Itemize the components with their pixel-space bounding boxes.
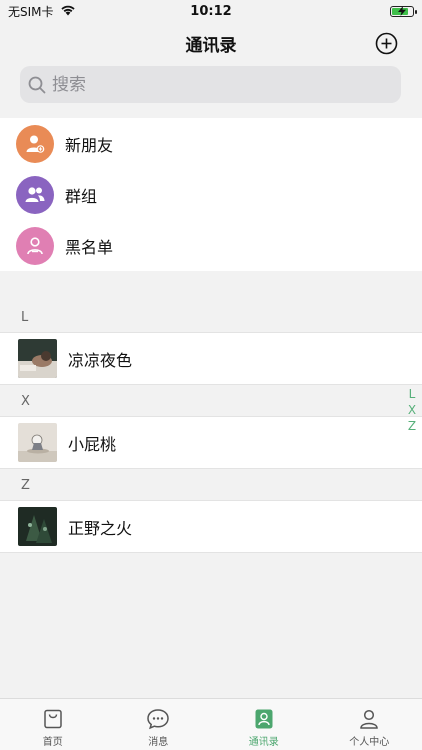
nav-bar: 通讯录 (0, 22, 422, 64)
tab-profile[interactable]: 个人中心 (317, 699, 422, 750)
blacklist-label: 黑名单 (65, 237, 114, 257)
status-bar: 无SIM卡 10:12 (0, 0, 422, 22)
contact-row[interactable]: 凉凉夜色 (0, 332, 422, 385)
charging-bolt-icon (398, 6, 406, 16)
tab-label: 通讯录 (248, 737, 279, 748)
search-input[interactable] (52, 74, 352, 95)
search-bar (20, 66, 401, 103)
contacts-book-icon (255, 709, 273, 729)
tab-home[interactable]: 首页 (0, 699, 106, 750)
tab-label: 首页 (42, 737, 63, 748)
contact-row[interactable]: 小屁桃 (0, 416, 422, 469)
person-icon (360, 709, 379, 729)
feature-list: 新朋友 群组 黑名单 (0, 118, 422, 271)
contact-name: 凉凉夜色 (68, 350, 133, 370)
add-contact-button[interactable] (375, 32, 398, 55)
tab-messages[interactable]: 消息 (106, 699, 212, 750)
page-title: 通讯录 (185, 35, 237, 56)
tab-label: 个人中心 (349, 737, 390, 748)
avatar (18, 423, 57, 462)
search-box[interactable] (20, 66, 401, 103)
battery-icon (390, 5, 417, 17)
blacklist-item[interactable]: 黑名单 (0, 220, 422, 271)
index-letter[interactable]: Z (408, 418, 416, 434)
groups-label: 群组 (65, 186, 98, 206)
tab-contacts[interactable]: 通讯录 (211, 699, 317, 750)
carrier-label: 无SIM卡 (8, 4, 54, 19)
section-header-x: X (21, 393, 30, 409)
avatar (18, 507, 57, 546)
blacklist-icon (16, 226, 54, 265)
section-header-z: Z (21, 477, 30, 493)
tab-bar: 首页 消息 通讯录 个人中心 (0, 698, 422, 750)
shopping-bag-icon (44, 709, 62, 729)
new-friend-icon (16, 124, 54, 163)
wifi-icon (60, 4, 76, 19)
search-icon (28, 76, 46, 93)
new-friends-label: 新朋友 (65, 135, 114, 155)
chat-bubble-icon (147, 709, 170, 730)
section-header-l: L (21, 309, 29, 325)
contact-name: 小屁桃 (68, 434, 117, 454)
index-letter[interactable]: L (409, 386, 416, 402)
new-friends-item[interactable]: 新朋友 (0, 118, 422, 169)
groups-item[interactable]: 群组 (0, 169, 422, 220)
group-icon (16, 175, 54, 214)
avatar (18, 339, 57, 378)
index-letter[interactable]: X (408, 402, 416, 418)
alphabet-index: L X Z (405, 386, 419, 434)
contact-row[interactable]: 正野之火 (0, 500, 422, 553)
tab-label: 消息 (148, 737, 169, 748)
contact-name: 正野之火 (68, 518, 133, 538)
plus-circle-icon (375, 32, 398, 55)
